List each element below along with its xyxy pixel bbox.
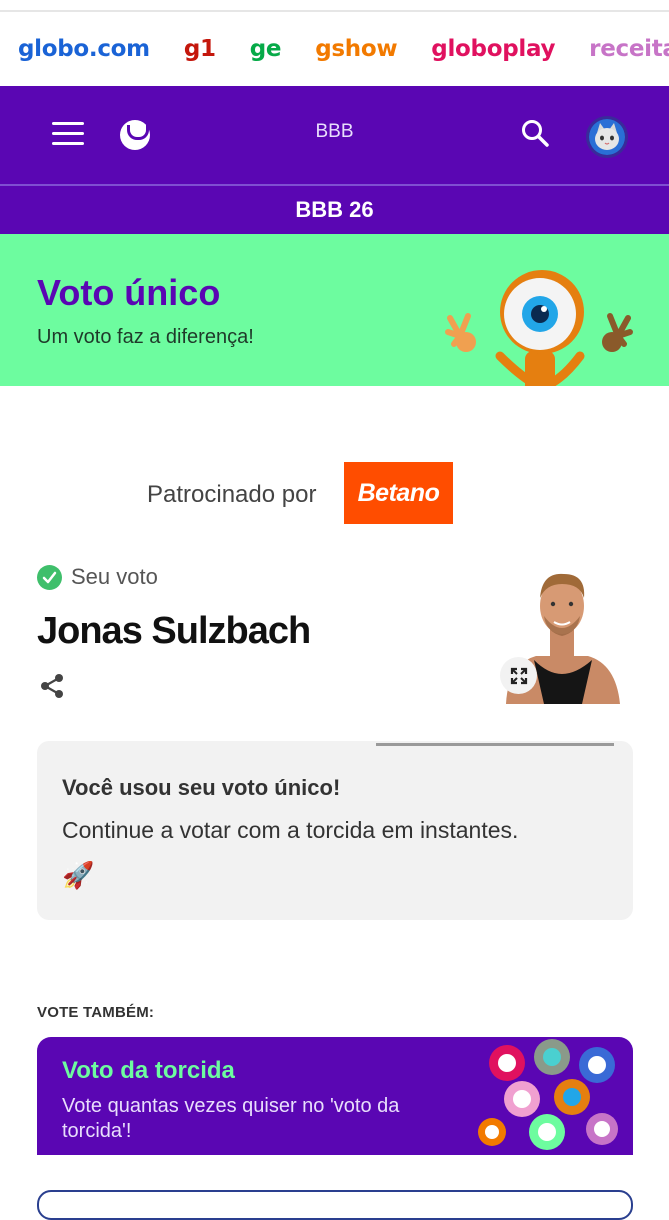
vote-confirmation-card: Você usou seu voto único! Continue a vot… <box>37 741 633 920</box>
site-header: BBB <box>0 86 669 184</box>
voto-da-torcida-card[interactable]: Voto da torcida Vote quantas vezes quise… <box>37 1037 633 1155</box>
bbb-eye-mascot-icon <box>445 270 633 386</box>
top-border <box>0 0 669 12</box>
card-body: Continue a votar com a torcida em instan… <box>62 817 519 843</box>
portal-link-ge[interactable]: ge <box>250 36 282 62</box>
portal-link-globo[interactable]: globo.com <box>18 36 150 62</box>
banner-title: Voto único <box>37 272 221 313</box>
section-subnav: BBB 26 <box>0 184 669 234</box>
portal-nav: globo.com g1 ge gshow globoplay receitas <box>0 12 669 86</box>
promo-title: Voto da torcida <box>62 1057 235 1084</box>
betano-logo[interactable]: Betano <box>344 462 453 524</box>
expand-photo-icon[interactable] <box>500 657 537 694</box>
rocket-emoji-icon: 🚀 <box>62 860 95 890</box>
promo-body: Vote quantas vezes quiser no 'voto da to… <box>62 1095 400 1142</box>
sponsor-label: Patrocinado por <box>147 481 317 508</box>
cat-avatar-icon[interactable] <box>586 116 628 158</box>
candidate-name: Jonas Sulzbach <box>37 610 311 652</box>
card-title: Você usou seu voto único! <box>62 775 341 800</box>
sponsor-row: Patrocinado por Betano <box>0 462 669 524</box>
portal-link-g1[interactable]: g1 <box>184 36 216 62</box>
portal-link-globoplay[interactable]: globoplay <box>431 36 555 62</box>
portal-link-gshow[interactable]: gshow <box>315 36 397 62</box>
search-icon[interactable] <box>520 118 550 148</box>
check-circle-icon <box>37 564 62 590</box>
vote-status: Seu voto <box>37 564 158 590</box>
progress-line <box>376 743 614 746</box>
share-icon[interactable] <box>38 672 66 700</box>
vote-also-label: VOTE TAMBÉM: <box>37 1004 155 1021</box>
vote-status-label: Seu voto <box>71 564 158 589</box>
next-card[interactable] <box>37 1190 633 1220</box>
eye-mascots-group-icon <box>478 1039 618 1150</box>
sponsor-brand: Betano <box>357 478 440 507</box>
header-title: BBB <box>315 121 354 142</box>
banner-subtitle: Um voto faz a diferença! <box>37 326 254 348</box>
portal-link-receitas[interactable]: receitas <box>589 36 669 62</box>
hero-banner: Voto único Um voto faz a diferença! <box>0 234 669 386</box>
subnav-title[interactable]: BBB 26 <box>295 197 373 223</box>
